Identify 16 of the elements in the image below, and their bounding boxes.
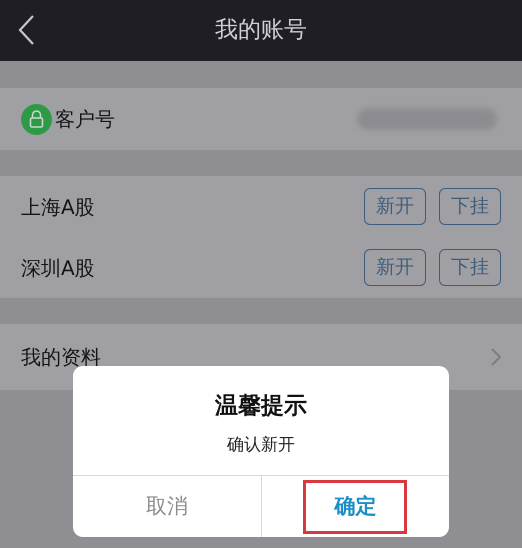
open-button[interactable]: 新开 bbox=[364, 188, 426, 225]
dialog-message: 确认新开 bbox=[226, 434, 296, 456]
market-name: 上海A股 bbox=[21, 194, 96, 220]
market-name: 深圳A股 bbox=[21, 254, 96, 282]
cancel-button[interactable]: 取消 bbox=[114, 480, 219, 534]
back-icon bbox=[17, 14, 35, 46]
chevron-icon bbox=[491, 348, 501, 366]
lock-icon bbox=[21, 104, 52, 134]
open-button[interactable]: 新开 bbox=[364, 249, 426, 286]
menu-label: 我的资料 bbox=[21, 344, 102, 371]
dialog-title: 温馨提示 bbox=[214, 392, 308, 421]
link-button[interactable]: 下挂 bbox=[439, 188, 501, 225]
customer-label: 客户号 bbox=[55, 106, 115, 133]
page-title: 我的账号 bbox=[215, 16, 307, 46]
confirm-button[interactable]: 确定 bbox=[303, 480, 408, 534]
link-button[interactable]: 下挂 bbox=[439, 249, 501, 286]
